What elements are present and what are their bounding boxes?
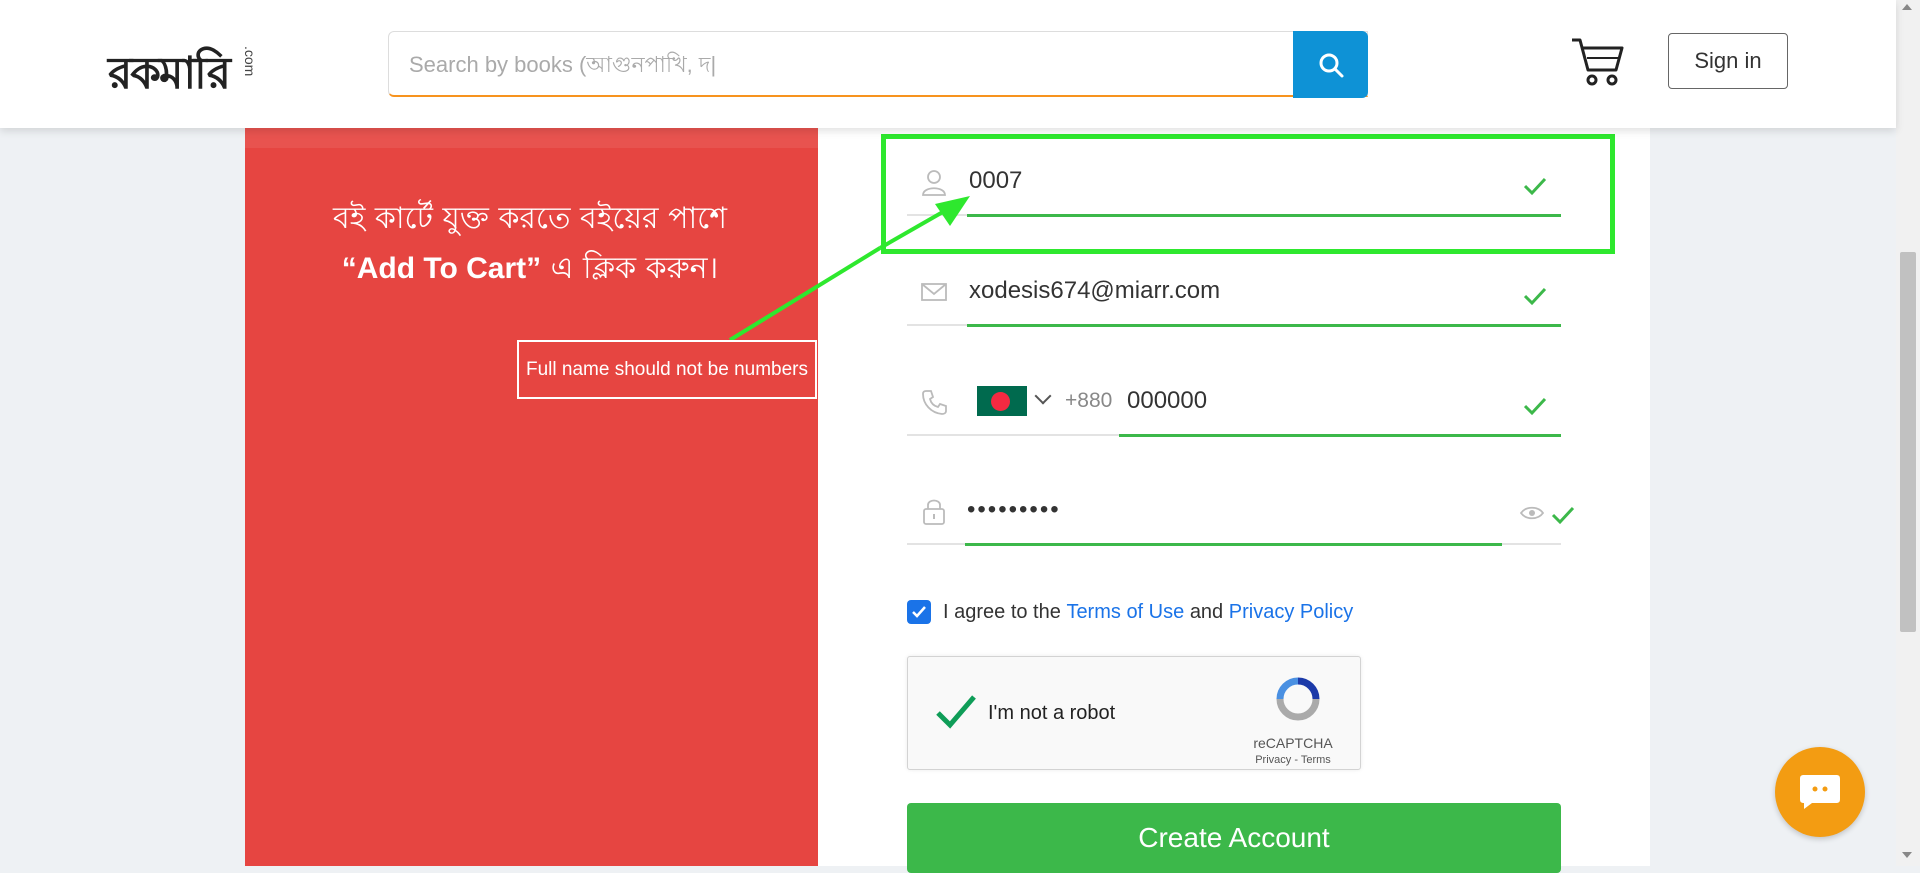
phone-underline <box>1119 434 1561 437</box>
check-icon <box>1551 506 1575 525</box>
chat-button[interactable] <box>1775 747 1865 837</box>
recaptcha-brand: reCAPTCHA <box>1253 735 1333 751</box>
promo-line-2: “Add To Cart” এ ক্লিক করুন। <box>270 244 790 294</box>
eye-icon[interactable] <box>1519 503 1545 523</box>
check-icon <box>912 606 926 618</box>
password-input[interactable] <box>965 495 1469 525</box>
chat-icon <box>1800 775 1840 809</box>
check-icon <box>1523 397 1547 416</box>
promo-text: বই কার্টে যুক্ত করতে বইয়ের পাশে “Add To… <box>270 194 790 294</box>
mail-icon <box>921 283 947 301</box>
terms-agreement: I agree to the Terms of Use and Privacy … <box>907 600 1353 624</box>
flag-circle <box>991 392 1010 411</box>
cart-icon <box>1572 38 1624 86</box>
promo-line-1: বই কার্টে যুক্ত করতে বইয়ের পাশে <box>333 201 727 236</box>
password-field <box>907 475 1575 546</box>
promo-add-to-cart: “Add To Cart” <box>341 252 542 285</box>
phone-country-code: +880 <box>1065 389 1113 412</box>
recaptcha-privacy-terms[interactable]: Privacy - Terms <box>1238 754 1348 766</box>
scroll-down-arrow-icon[interactable] <box>1902 852 1912 858</box>
agree-text: I agree to the <box>943 600 1061 623</box>
terms-of-use-link[interactable]: Terms of Use <box>1066 601 1184 624</box>
rokomari-logo[interactable]: রকমারি .com <box>108 34 278 99</box>
sign-in-button[interactable]: Sign in <box>1668 33 1788 89</box>
cart-button[interactable] <box>1570 36 1626 88</box>
recaptcha-checkmark-icon[interactable] <box>934 693 978 731</box>
search-input[interactable] <box>407 48 1271 82</box>
email-input[interactable] <box>967 276 1511 306</box>
promo-panel-band <box>245 128 818 148</box>
agree-checkbox[interactable] <box>907 600 931 624</box>
password-underline <box>965 543 1502 546</box>
email-underline <box>967 324 1561 327</box>
scroll-up-arrow-icon[interactable] <box>1902 4 1912 10</box>
site-header: রকমারি .com Sign in <box>0 0 1896 128</box>
promo-line-2-rest: এ ক্লিক করুন। <box>541 251 719 286</box>
phone-input[interactable] <box>1125 386 1509 416</box>
annotation-highlight-box <box>881 134 1615 254</box>
logo-text: রকমারি <box>108 48 231 99</box>
check-icon <box>1523 287 1547 306</box>
create-account-button[interactable]: Create Account <box>907 803 1561 873</box>
phone-icon <box>922 390 947 415</box>
logo-suffix: .com <box>242 46 258 77</box>
chevron-down-icon[interactable] <box>1034 387 1052 405</box>
recaptcha-label: I'm not a robot <box>988 702 1116 724</box>
privacy-policy-link[interactable]: Privacy Policy <box>1229 601 1353 624</box>
and-text: and <box>1189 600 1224 623</box>
search-icon <box>1319 53 1343 77</box>
search-box <box>388 31 1368 97</box>
lock-icon <box>923 499 945 525</box>
bangladesh-flag-icon[interactable] <box>977 386 1027 416</box>
email-field <box>907 256 1561 327</box>
search-button[interactable] <box>1293 31 1368 98</box>
annotation-note: Full name should not be numbers <box>517 340 817 399</box>
page-scrollbar[interactable] <box>1896 0 1920 866</box>
recaptcha-widget: I'm not a robot reCAPTCHA Privacy - Term… <box>907 656 1361 770</box>
recaptcha-icon <box>1276 677 1320 721</box>
phone-field: +880 <box>907 366 1561 437</box>
scroll-thumb[interactable] <box>1900 252 1916 632</box>
